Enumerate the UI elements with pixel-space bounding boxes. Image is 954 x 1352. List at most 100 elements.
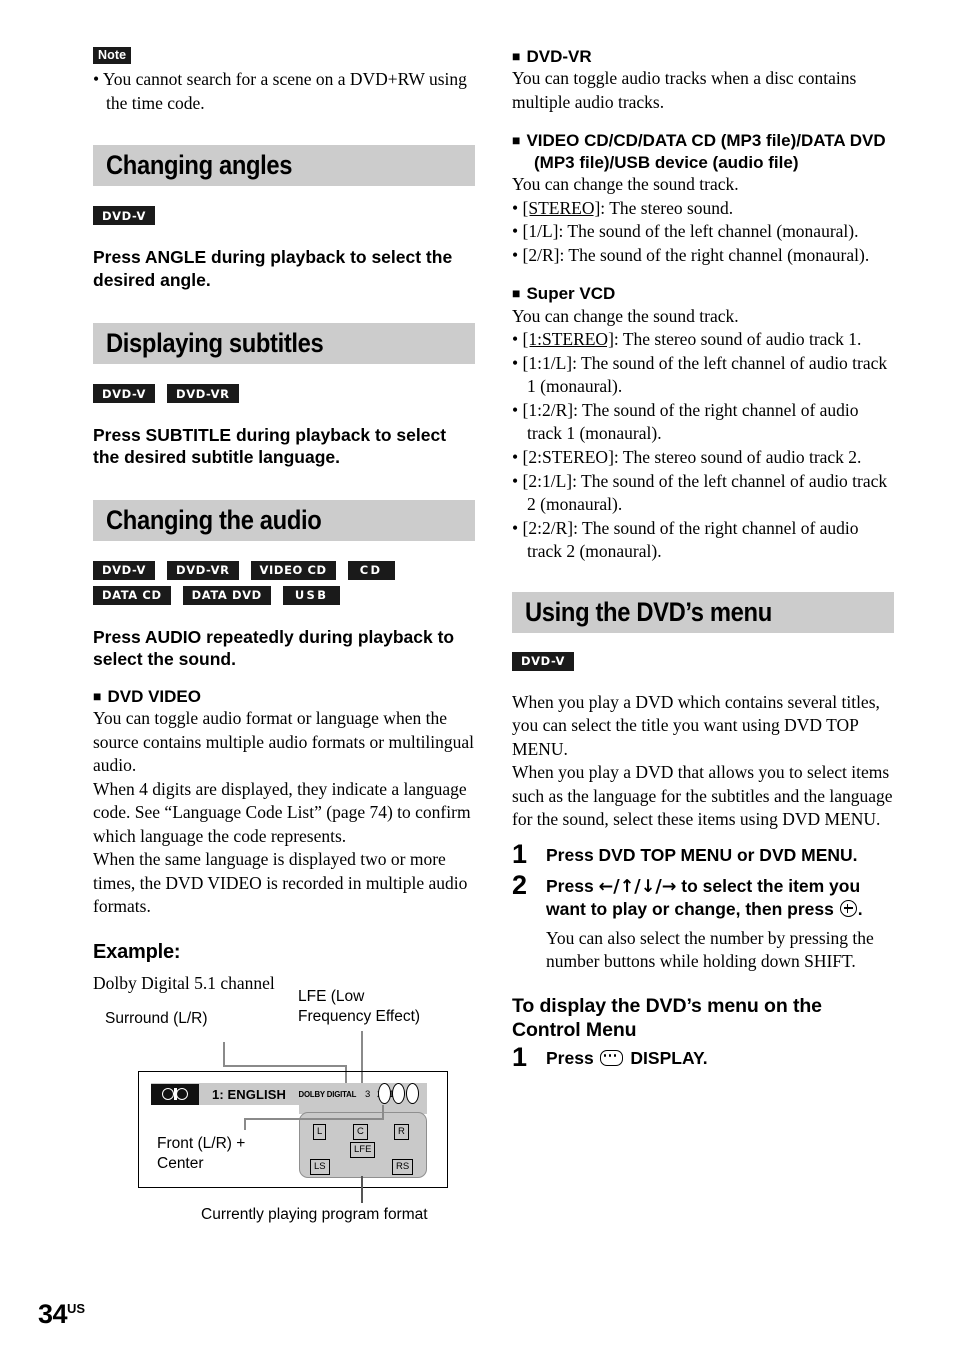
option-key: [1:1/L]	[522, 352, 573, 373]
option-stereo: [STEREO]: The stereo sound.	[512, 197, 894, 221]
step-number: 1	[512, 1042, 528, 1073]
option-key: [2:STEREO]	[522, 447, 614, 467]
step-text-before: Press	[546, 1048, 599, 1069]
speaker-c: C	[353, 1124, 368, 1140]
note-tag: Note	[93, 47, 132, 65]
osd-track-text: 1: ENGLISH	[212, 1086, 286, 1102]
right-column: DVD-VR You can toggle audio tracks when …	[512, 46, 894, 1071]
option-desc: : The sound of the right channel (monaur…	[559, 244, 870, 265]
option-desc: : The sound of the left channel of audio…	[527, 470, 888, 515]
diagram-label-surround: Surround (L/R)	[105, 1010, 208, 1028]
options-video-cd-group: [STEREO]: The stereo sound. [1/L]: The s…	[512, 197, 894, 268]
section-title: Changing the audio	[106, 504, 322, 535]
option-key: [STEREO]	[522, 197, 601, 218]
display-button-icon	[599, 1050, 623, 1067]
speaker-rs: RS	[392, 1159, 414, 1175]
option-desc: : The sound of the right channel of audi…	[527, 399, 859, 444]
disc-badge-cd: CD	[347, 560, 395, 580]
paragraph-using-dvd-menu-2: When you play a DVD that allows you to s…	[512, 762, 893, 830]
step-title: Press DISPLAY.	[546, 1047, 894, 1069]
step-text-after: .	[857, 899, 863, 920]
option-key: [2/R]	[522, 244, 560, 265]
option-key: [2:2/R]	[522, 517, 574, 538]
paragraph-video-cd-group: You can change the sound track.	[512, 174, 739, 195]
leader-surround-vertical	[223, 1042, 225, 1068]
option-1l: [1/L]: The sound of the left channel (mo…	[512, 220, 894, 244]
step-number: 1	[512, 838, 528, 869]
subheading-dvd-video: DVD VIDEO	[93, 686, 475, 707]
instruction-changing-angles: Press ANGLE during playback to select th…	[93, 247, 453, 290]
paragraph-dvd-video-3: When the same language is displayed two …	[93, 849, 468, 917]
disc-badge-data-dvd: DATA DVD	[182, 585, 271, 605]
section-header-using-dvd-menu: Using the DVD’s menu	[512, 591, 894, 633]
diagram-label-front-center: Front (L/R) + Center	[157, 1135, 246, 1172]
diagram-screen-box: 1: ENGLISH DOLBY DIGITAL 3 2 1 L C R	[138, 1071, 448, 1189]
step-number: 2	[512, 869, 528, 900]
page-number: 34US	[38, 1299, 85, 1330]
leader-currently-playing	[361, 1176, 363, 1204]
option-key: [1:STEREO]	[522, 329, 614, 350]
folio-number: 34	[38, 1299, 68, 1329]
disc-badge-dvd-v: DVD-V	[93, 560, 156, 580]
option-desc: : The sound of the left channel (monaura…	[558, 221, 859, 242]
leader-surround-horizontal	[223, 1065, 347, 1068]
disc-badge-usb: USB	[282, 585, 341, 605]
section-title: Displaying subtitles	[106, 328, 324, 359]
subheading-video-cd-group: VIDEO CD/CD/DATA CD (MP3 file)/DATA DVD …	[512, 130, 894, 173]
diagram-label-currently-playing: Currently playing program format	[201, 1206, 428, 1224]
step-1-control-menu: 1 Press DISPLAY.	[512, 1042, 894, 1073]
disc-badge-video-cd: VIDEO CD	[250, 560, 336, 580]
option-desc: : The stereo sound of audio track 2.	[613, 447, 862, 467]
badge-row-changing-angles: DVD-V	[93, 206, 475, 226]
speaker-l: L	[313, 1124, 327, 1140]
badge-row-displaying-subtitles: DVD-V DVD-VR	[93, 384, 475, 404]
enter-button-icon	[839, 900, 857, 918]
leader-front-up	[382, 1105, 384, 1120]
section-header-changing-angles: Changing angles	[93, 145, 475, 187]
option-key: [1/L]	[522, 221, 559, 242]
diagram-label-lfe: LFE (Low Frequency Effect)	[298, 988, 421, 1025]
paragraph-dvd-vr: You can toggle audio tracks when a disc …	[512, 68, 857, 112]
disc-badge-dvd-v: DVD-V	[93, 206, 156, 226]
speaker-ls: LS	[310, 1159, 330, 1175]
speaker-layout-panel: L C R LFE LS RS	[299, 1112, 427, 1179]
section-header-changing-the-audio: Changing the audio	[93, 499, 475, 541]
option-1-stereo: [1:STEREO]: The stereo sound of audio tr…	[512, 328, 894, 352]
step-2-dvd-menu: 2 Press ←/↑/↓/→ to select the item you w…	[512, 869, 894, 974]
note-block: Note You cannot search for a scene on a …	[93, 46, 475, 115]
paragraph-dvd-video-2: When 4 digits are displayed, they indica…	[93, 778, 471, 846]
step-text-after: DISPLAY.	[625, 1048, 708, 1069]
option-key: [1:2/R]	[522, 399, 574, 420]
leader-front-horizontal	[244, 1118, 384, 1121]
dolby-logo-icon	[151, 1083, 199, 1105]
option-desc: : The stereo sound of audio track 1.	[613, 329, 862, 350]
left-column: Note You cannot search for a scene on a …	[93, 46, 475, 1229]
option-1-1l: [1:1/L]: The sound of the left channel o…	[512, 352, 894, 399]
note-item: You cannot search for a scene on a DVD+R…	[93, 68, 475, 115]
manual-page: Note You cannot search for a scene on a …	[0, 0, 954, 1352]
option-2-1l: [2:1/L]: The sound of the left channel o…	[512, 470, 894, 517]
subheading-dvd-vr: DVD-VR	[512, 46, 894, 67]
direction-arrows-icon: ←/↑/↓/→	[598, 876, 677, 897]
step-title: Press ←/↑/↓/→ to select the item you wan…	[546, 875, 894, 921]
disc-badge-dvd-vr: DVD-VR	[167, 560, 239, 580]
option-desc: : The stereo sound.	[600, 197, 734, 218]
dolby-channel-diagram: Surround (L/R) LFE (Low Frequency Effect…	[93, 988, 475, 1229]
instruction-changing-the-audio: Press AUDIO repeatedly during playback t…	[93, 626, 455, 670]
speaker-lfe: LFE	[350, 1142, 376, 1158]
folio-region: US	[67, 1301, 86, 1316]
subheading-super-vcd: Super VCD	[512, 283, 894, 304]
note-list: You cannot search for a scene on a DVD+R…	[93, 68, 475, 115]
step-1-dvd-menu: 1 Press DVD TOP MENU or DVD MENU.	[512, 838, 894, 869]
heading-control-menu: To display the DVD’s menu on the Control…	[512, 994, 822, 1041]
option-key: [2:1/L]	[522, 470, 573, 491]
option-2r: [2/R]: The sound of the right channel (m…	[512, 244, 894, 268]
section-title: Using the DVD’s menu	[525, 596, 772, 627]
leader-front-drop	[244, 1118, 246, 1131]
paragraph-dvd-video-1: You can toggle audio format or language …	[93, 708, 475, 776]
osd-format-text: DOLBY DIGITAL	[298, 1089, 357, 1100]
disc-badge-data-cd: DATA CD	[93, 585, 171, 605]
osd-digit-3: 3	[365, 1088, 371, 1100]
section-title: Changing angles	[106, 150, 293, 181]
option-desc: : The sound of the left channel of audio…	[527, 352, 888, 397]
